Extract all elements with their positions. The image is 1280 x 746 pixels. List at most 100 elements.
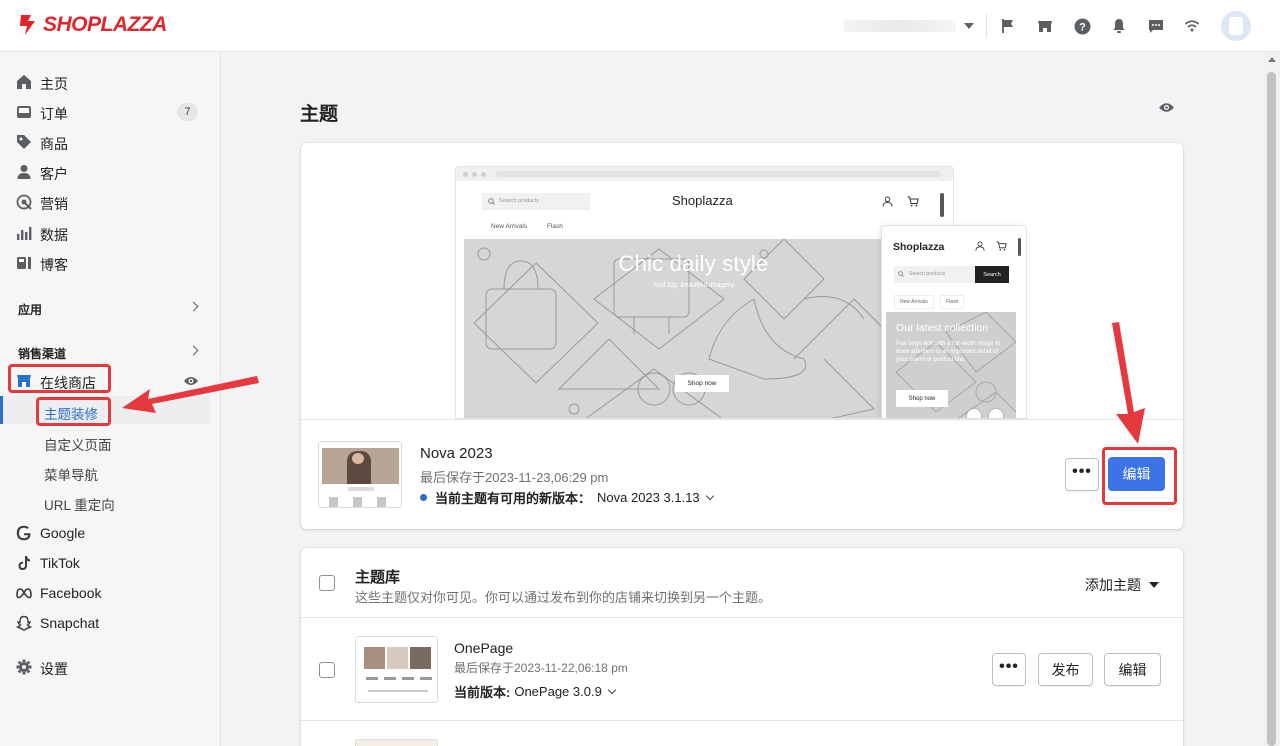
- sidebar-item-facebook[interactable]: Facebook: [0, 579, 221, 607]
- sidebar-item-products[interactable]: 商品: [0, 128, 221, 156]
- mobile-preview-hero: Our latest collection Pair large text wi…: [886, 312, 1016, 418]
- mobile-preview-tab: New Arrivals: [894, 295, 934, 309]
- new-version-notice[interactable]: 当前主题有可用的新版本： Nova 2023 3.1.13: [420, 488, 714, 507]
- next-theme-thumbnail[interactable]: [355, 739, 438, 746]
- search-icon: [488, 198, 495, 205]
- sidebar-item-label: Snapchat: [40, 615, 100, 631]
- sidebar-subitem-url-redirect[interactable]: URL 重定向: [44, 494, 115, 514]
- sidebar-item-label: Facebook: [40, 585, 102, 601]
- apps-section-title: 应用: [18, 303, 43, 317]
- mobile-preview: Shoplazza Search products Search New Arr…: [881, 225, 1027, 419]
- user-avatar[interactable]: [1221, 11, 1251, 41]
- caret-down-icon: [964, 23, 974, 29]
- blog-icon: [17, 257, 31, 269]
- search-icon: [898, 271, 904, 277]
- wifi-icon[interactable]: [1182, 16, 1202, 36]
- mobile-preview-tab: Flash: [940, 295, 965, 309]
- gear-icon: [16, 659, 32, 675]
- theme-saved-time: 最后保存于2023-11-22,06:18 pm: [454, 661, 628, 675]
- chevron-down-icon: [705, 491, 714, 500]
- sidebar-subitem-menu-navigation[interactable]: 菜单导航: [44, 464, 98, 484]
- sidebar-item-marketing[interactable]: 营销: [0, 188, 221, 216]
- scroll-up-arrow-icon[interactable]: [1268, 57, 1276, 62]
- nova-theme-thumbnail[interactable]: [318, 441, 402, 508]
- theme-version[interactable]: 当前版本: OnePage 3.0.9: [454, 682, 617, 701]
- meta-icon: [16, 588, 32, 599]
- sidebar-item-label: Google: [40, 525, 86, 541]
- sidebar-item-analytics[interactable]: 数据: [0, 219, 221, 247]
- mobile-preview-search: Search products: [894, 266, 975, 283]
- sidebar-item-home[interactable]: 主页: [0, 68, 221, 96]
- mobile-preview-brand: Shoplazza: [893, 241, 945, 253]
- caret-down-icon: [1149, 582, 1159, 588]
- sidebar-item-label: 营销: [40, 196, 68, 212]
- current-theme-name: Nova 2023: [420, 445, 493, 462]
- current-theme-saved-time: 最后保存于2023-11-23,06:29 pm: [420, 470, 609, 485]
- theme-row-checkbox[interactable]: [319, 662, 335, 678]
- select-all-checkbox[interactable]: [319, 575, 335, 591]
- sidebar-item-tiktok[interactable]: TikTok: [0, 549, 221, 577]
- current-theme-more-button[interactable]: •••: [1065, 458, 1099, 491]
- theme-edit-button[interactable]: 编辑: [1104, 653, 1161, 686]
- preview-hero-title: Chic daily style: [618, 251, 769, 276]
- sub-item-active-indicator: [0, 396, 3, 424]
- preview-search: Search products: [482, 193, 590, 210]
- chevron-right-icon[interactable]: [188, 345, 199, 356]
- theme-publish-button[interactable]: 发布: [1038, 653, 1093, 686]
- account-icon: [975, 241, 985, 251]
- person-icon: [17, 165, 31, 179]
- sidebar-item-customers[interactable]: 客户: [0, 158, 221, 186]
- eye-icon[interactable]: [1158, 101, 1175, 114]
- desktop-preview: Search products Shoplazza New Arrivals F…: [455, 166, 954, 419]
- eye-icon[interactable]: [183, 375, 199, 387]
- theme-more-button[interactable]: •••: [992, 653, 1026, 686]
- top-bar: SHOPLAZZA ?: [0, 0, 1280, 52]
- annotation-box-online-store: [8, 364, 111, 393]
- theme-library-title: 主题库: [355, 569, 401, 586]
- new-version-value: Nova 2023 3.1.13: [597, 490, 700, 505]
- theme-name: OnePage: [454, 640, 514, 656]
- sidebar-item-orders[interactable]: 订单 7: [0, 98, 221, 126]
- preview-hero-subtitle: And big, beautiful imagery: [653, 282, 734, 289]
- chevron-right-icon[interactable]: [188, 301, 199, 312]
- marketing-icon: [16, 194, 32, 210]
- order-icon: [17, 106, 31, 118]
- onepage-theme-thumbnail[interactable]: [355, 636, 438, 703]
- sidebar: 主页 订单 7 商品 客户 营销 数据 博客 应用 销售渠道 在线商店 主题装修…: [0, 52, 221, 746]
- theme-library-description: 这些主题仅对你可见。你可以通过发布到你的店铺来切换到另一个主题。: [355, 590, 772, 605]
- account-icon: [882, 196, 893, 207]
- cart-icon: [996, 241, 1007, 251]
- shoplazza-logo[interactable]: SHOPLAZZA: [17, 13, 167, 37]
- sidebar-item-label: 订单: [40, 106, 68, 122]
- sidebar-item-label: TikTok: [40, 555, 80, 571]
- message-icon[interactable]: [1146, 16, 1166, 36]
- sidebar-item-google[interactable]: Google: [0, 519, 221, 547]
- preview-shop-now-button: Shop now: [675, 375, 729, 392]
- sidebar-subitem-custom-pages[interactable]: 自定义页面: [44, 434, 112, 454]
- bell-icon[interactable]: [1109, 16, 1129, 36]
- store-icon[interactable]: [1035, 16, 1055, 36]
- carousel-prev-icon: [967, 409, 981, 418]
- sidebar-item-label: 客户: [40, 166, 68, 182]
- mobile-hero-text: Pair large text with a full-width image …: [896, 341, 1001, 363]
- annotation-box-theme-design: [36, 397, 111, 426]
- chart-icon: [17, 227, 32, 240]
- help-icon[interactable]: ?: [1072, 16, 1092, 36]
- sidebar-item-label: 数据: [40, 227, 68, 243]
- store-selector[interactable]: [844, 17, 974, 35]
- add-theme-dropdown[interactable]: 添加主题: [1085, 575, 1159, 595]
- snapchat-icon: [16, 615, 32, 631]
- sidebar-item-snapchat[interactable]: Snapchat: [0, 609, 221, 637]
- scrollbar-thumb[interactable]: [1267, 72, 1276, 746]
- theme-version-label: 当前版本:: [454, 685, 511, 700]
- chevron-down-icon: [607, 685, 617, 694]
- flag-icon[interactable]: [998, 16, 1018, 36]
- sidebar-item-settings[interactable]: 设置: [0, 653, 221, 681]
- add-theme-label: 添加主题: [1085, 577, 1141, 593]
- tag-icon: [17, 135, 31, 149]
- carousel-next-icon: [989, 409, 1003, 418]
- library-header-divider: [301, 617, 1183, 618]
- sidebar-item-blog[interactable]: 博客: [0, 249, 221, 277]
- brand-name: SHOPLAZZA: [43, 13, 167, 36]
- sidebar-item-label: 主页: [40, 76, 68, 92]
